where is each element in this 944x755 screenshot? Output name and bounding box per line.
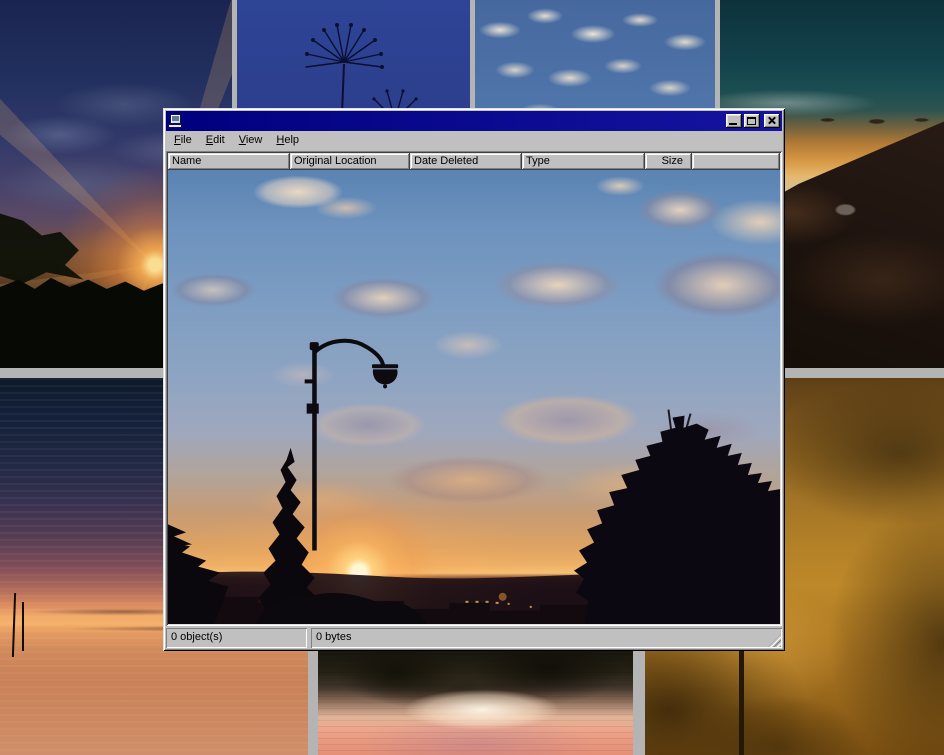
column-header-filler bbox=[692, 153, 780, 170]
status-total-size: 0 bytes bbox=[311, 628, 782, 648]
minimize-button[interactable] bbox=[726, 114, 742, 128]
menu-view-hotkey: V bbox=[239, 134, 246, 146]
maximize-icon bbox=[747, 117, 756, 125]
screen-shape bbox=[172, 116, 179, 121]
status-bar: 0 object(s) 0 bytes bbox=[166, 628, 782, 648]
list-viewport[interactable] bbox=[168, 170, 780, 624]
menu-file-label: ile bbox=[181, 134, 192, 146]
computer-icon bbox=[168, 114, 184, 129]
menu-file[interactable]: File bbox=[167, 132, 199, 149]
column-header-name[interactable]: Name bbox=[168, 153, 290, 170]
titlebar[interactable] bbox=[166, 111, 782, 131]
keyboard-shape bbox=[168, 124, 182, 128]
column-header-original-location[interactable]: Original Location bbox=[290, 153, 410, 170]
status-object-count: 0 object(s) bbox=[166, 628, 307, 648]
pole-silhouette bbox=[12, 593, 16, 657]
close-button[interactable] bbox=[764, 114, 780, 128]
menu-view[interactable]: View bbox=[232, 132, 270, 149]
menu-edit-label: dit bbox=[213, 134, 225, 146]
column-headers: Name Original Location Date Deleted Type… bbox=[168, 153, 780, 170]
menu-bar: File Edit View Help bbox=[166, 131, 782, 150]
menu-edit[interactable]: Edit bbox=[199, 132, 232, 149]
minimize-icon bbox=[729, 123, 737, 125]
pole-silhouette bbox=[22, 602, 24, 651]
menu-view-label: iew bbox=[246, 134, 263, 146]
column-header-type[interactable]: Type bbox=[522, 153, 645, 170]
menu-help[interactable]: Help bbox=[269, 132, 306, 149]
maximize-button[interactable] bbox=[744, 114, 760, 128]
menu-help-label: elp bbox=[284, 134, 299, 146]
menu-edit-hotkey: E bbox=[206, 134, 213, 146]
list-view: Name Original Location Date Deleted Type… bbox=[166, 151, 782, 626]
column-header-size[interactable]: Size bbox=[645, 153, 692, 170]
photo-silhouettes bbox=[168, 170, 780, 624]
recycle-bin-window: File Edit View Help Name Original Locati… bbox=[163, 108, 785, 651]
menu-file-hotkey: F bbox=[174, 134, 181, 146]
column-header-date-deleted[interactable]: Date Deleted bbox=[410, 153, 522, 170]
